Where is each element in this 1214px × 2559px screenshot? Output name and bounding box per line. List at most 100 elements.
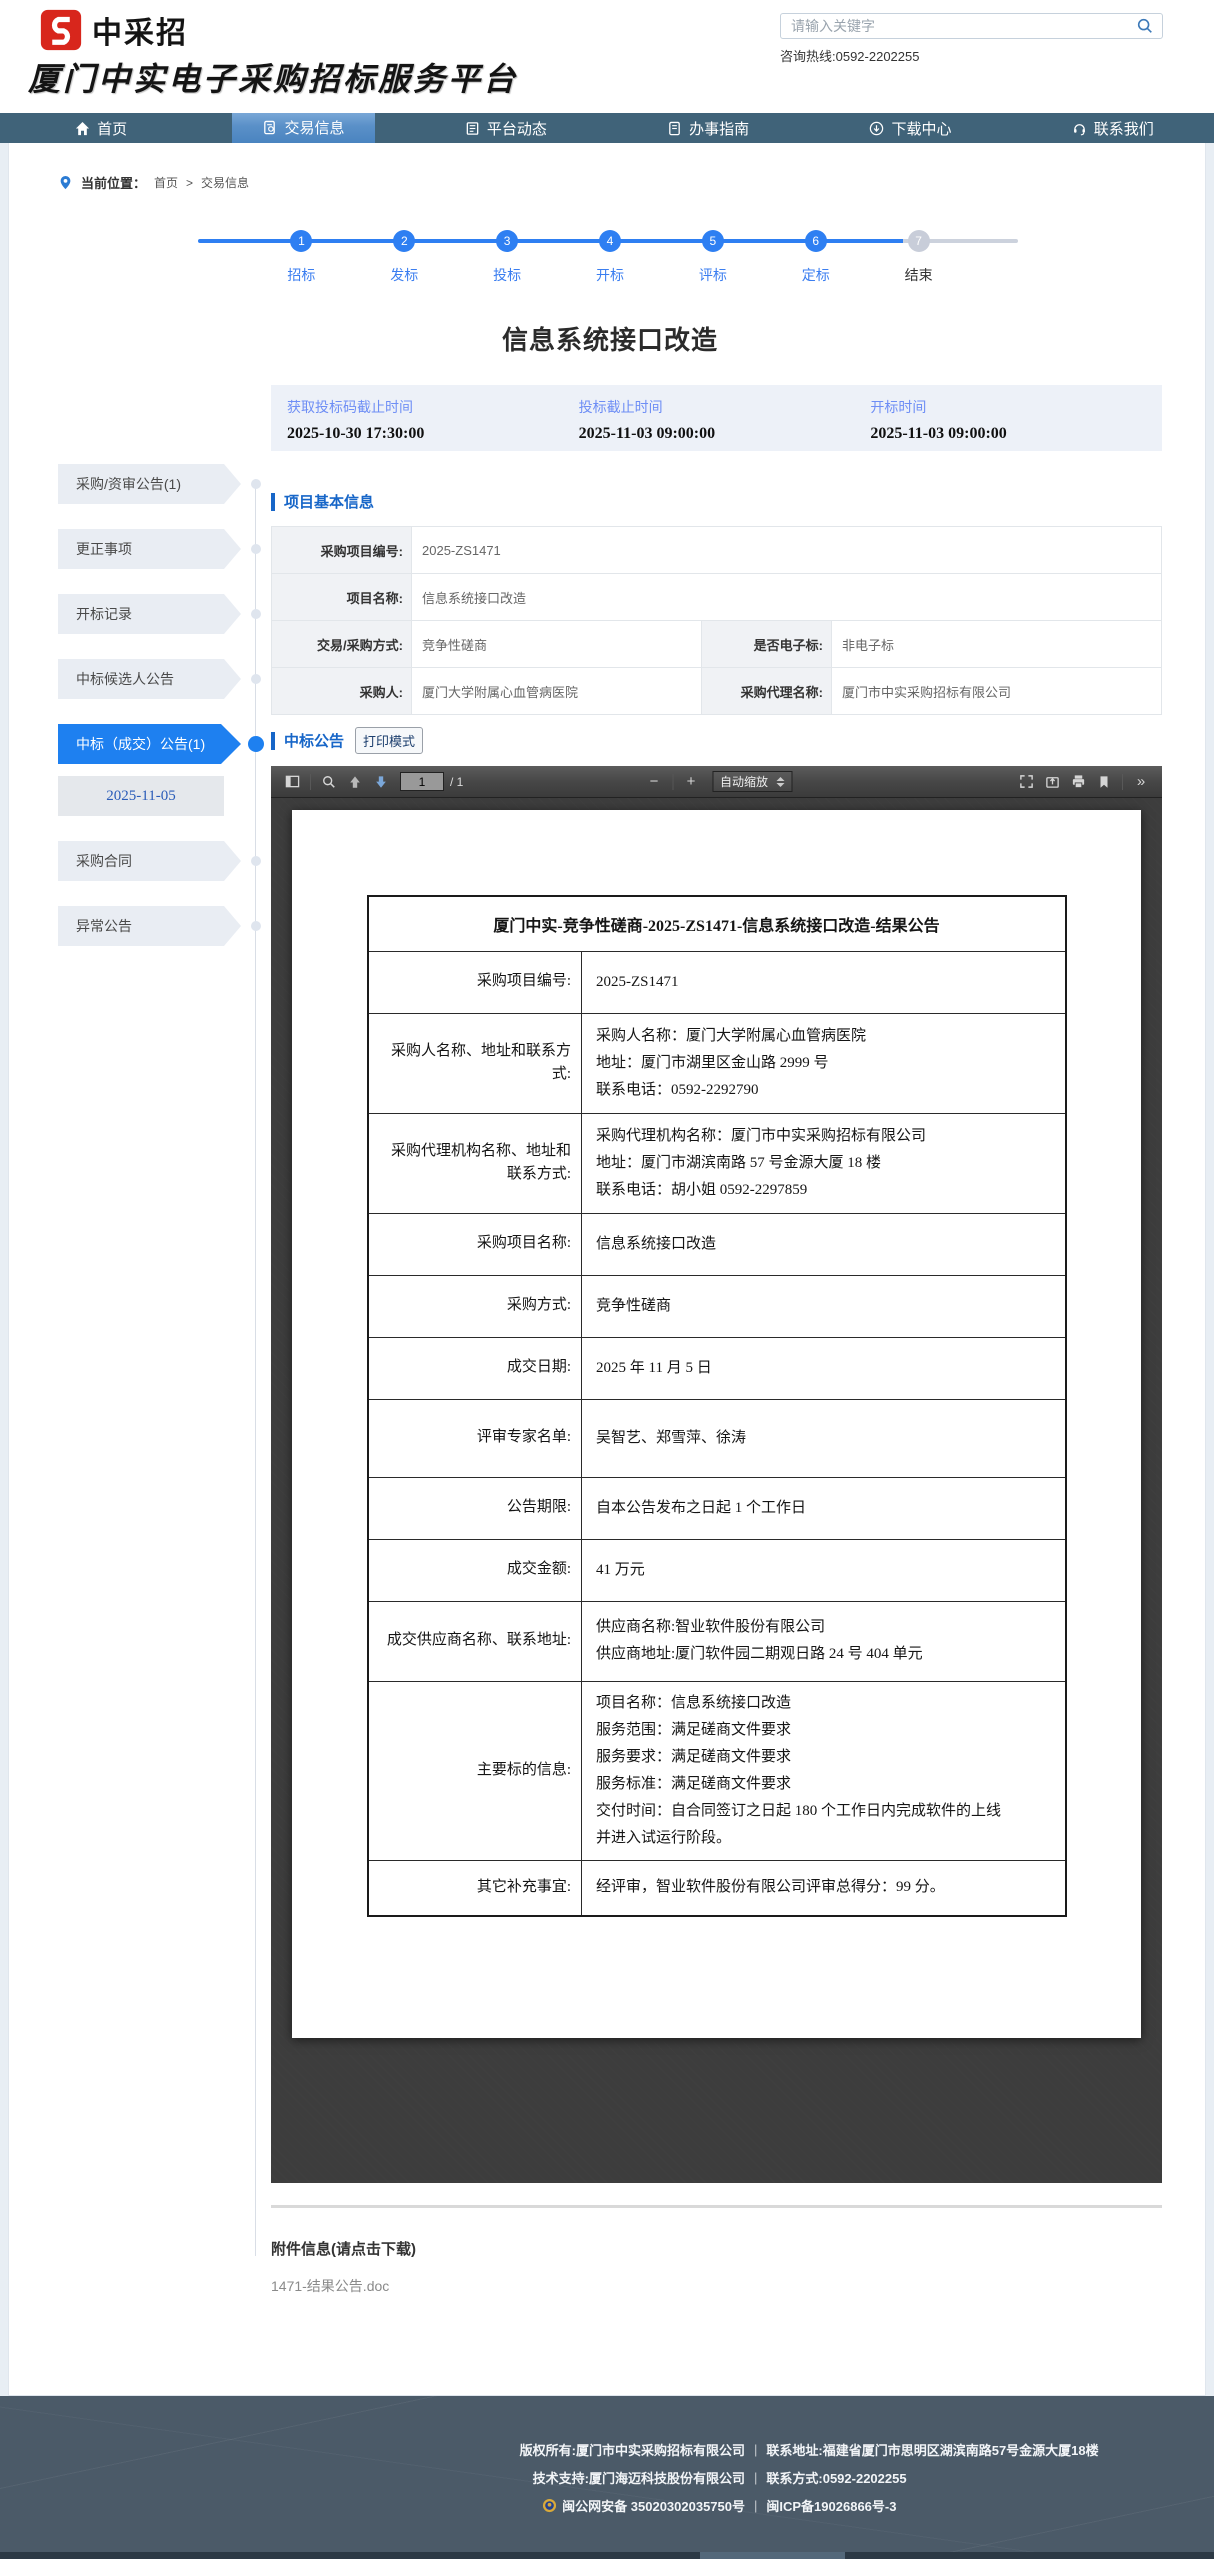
search-icon[interactable] xyxy=(1128,14,1162,38)
page-down-icon[interactable] xyxy=(368,770,394,794)
table-row: 主要标的信息: 项目名称：信息系统接口改造 服务范围：满足磋商文件要求 服务要求… xyxy=(367,1680,1066,1861)
doc-value: 信息系统接口改造 xyxy=(581,1212,1066,1276)
table-row: 公告期限: 自本公告发布之日起 1 个工作日 xyxy=(367,1476,1066,1540)
doc-value: 2025 年 11 月 5 日 xyxy=(581,1336,1066,1400)
nav-item-contact[interactable]: 联系我们 xyxy=(1012,113,1214,143)
step-label: 发标 xyxy=(390,267,419,283)
footer-icp-record[interactable]: 闽ICP备19026866号-3 xyxy=(766,2496,896,2515)
zoom-mode-label: 自动缩放 xyxy=(719,775,769,789)
nav-label: 下载中心 xyxy=(891,120,952,138)
footer-divider: | xyxy=(754,2442,758,2457)
deadline-label: 开标时间 xyxy=(870,399,927,415)
doc-label: 评审专家名单: xyxy=(367,1398,582,1478)
sidebar-item-date[interactable]: 2025-11-05 xyxy=(58,776,224,816)
section-title: 项目基本信息 xyxy=(284,494,375,511)
nav-item-platform-news[interactable]: 平台动态 xyxy=(405,113,607,143)
step-circle: 1 xyxy=(290,230,313,252)
nav-item-home[interactable]: 首页 xyxy=(0,113,202,143)
pdf-canvas-area[interactable]: 厦门中实-竞争性磋商-2025-ZS1471-信息系统接口改造-结果公告 采购项… xyxy=(271,798,1162,2183)
bottom-scrollbar-thumb[interactable] xyxy=(700,2552,845,2559)
step-dingbiao: 6 定标 xyxy=(764,230,867,285)
info-value: 2025-ZS1471 xyxy=(411,526,1162,574)
breadcrumb-home-link[interactable]: 首页 xyxy=(154,174,178,191)
step-circle: 2 xyxy=(393,230,416,252)
doc-label: 公告期限: xyxy=(367,1476,582,1540)
logo-text: 中采招 xyxy=(92,17,188,50)
step-label: 定标 xyxy=(801,267,830,283)
presentation-mode-icon[interactable] xyxy=(1013,770,1039,794)
doc-value: 项目名称：信息系统接口改造 服务范围：满足磋商文件要求 服务要求：满足磋商文件要… xyxy=(581,1680,1066,1861)
step-label: 结束 xyxy=(904,267,933,283)
pdf-toolbar: / 1 − + 自动缩放 xyxy=(271,766,1162,798)
doc-label: 主要标的信息: xyxy=(367,1680,582,1861)
sidebar: 采购/资审公告(1) 更正事项 开标记录 中标候选人公告 中标（成交）公告(1) xyxy=(58,385,271,2296)
table-row: 采购项目名称: 信息系统接口改造 xyxy=(367,1212,1066,1276)
headset-icon xyxy=(1072,121,1087,136)
nav-item-download[interactable]: 下载中心 xyxy=(809,113,1011,143)
home-icon xyxy=(75,121,90,136)
attachments-heading: 附件信息(请点击下载) xyxy=(271,2241,416,2258)
deadline-value: 2025-10-30 17:30:00 xyxy=(287,425,425,442)
process-stepper: 1 招标 2 发标 3 投标 4 开标 5 评标 6 定标 7 结束 xyxy=(198,230,1018,296)
pdf-search-icon[interactable] xyxy=(316,770,342,794)
page-number-input[interactable] xyxy=(400,772,444,791)
step-circle: 3 xyxy=(496,230,519,252)
nav-item-guide[interactable]: 办事指南 xyxy=(607,113,809,143)
doc-label: 成交日期: xyxy=(367,1336,582,1400)
sidebar-item-label: 开标记录 xyxy=(76,606,132,622)
logo[interactable]: 中采招 xyxy=(40,8,188,52)
footer-police-record[interactable]: 闽公网安备 35020302035750号 xyxy=(562,2496,745,2515)
deadlines-box: 获取投标码截止时间 2025-10-30 17:30:00 投标截止时间 202… xyxy=(271,385,1162,451)
bottom-scrollbar-track xyxy=(0,2552,1214,2559)
site-subtitle: 厦门中实电子采购招标服务平台 xyxy=(28,60,519,98)
divider xyxy=(271,2205,1162,2208)
nav-label: 联系我们 xyxy=(1093,120,1154,138)
sidebar-item-candidate-notice[interactable]: 中标候选人公告 xyxy=(58,659,261,699)
sidebar-toggle-icon[interactable] xyxy=(279,770,305,794)
open-file-icon[interactable] xyxy=(1039,770,1065,794)
attachment-file-link[interactable]: 1471-结果公告.doc xyxy=(271,2276,1162,2296)
toolbar-separator xyxy=(671,773,673,790)
step-label: 招标 xyxy=(287,267,316,283)
sidebar-item-label: 采购合同 xyxy=(76,853,132,869)
timeline-dot xyxy=(251,921,261,931)
page-up-icon[interactable] xyxy=(342,770,368,794)
more-tools-icon[interactable]: » xyxy=(1128,770,1154,794)
info-label: 采购项目编号: xyxy=(271,526,412,574)
info-value: 信息系统接口改造 xyxy=(411,573,1162,621)
info-value: 竞争性磋商 xyxy=(411,620,702,668)
doc-label: 采购项目编号: xyxy=(367,950,582,1014)
search-input[interactable] xyxy=(781,18,1128,34)
deadline-bid-open: 开标时间 2025-11-03 09:00:00 xyxy=(870,397,1162,451)
zoom-mode-select[interactable]: 自动缩放 xyxy=(711,771,793,792)
breadcrumb-label: 当前位置： xyxy=(81,176,147,191)
table-row: 评审专家名单: 吴智艺、郑雪萍、徐涛 xyxy=(367,1398,1066,1478)
info-label: 采购代理名称: xyxy=(701,667,832,715)
news-icon xyxy=(465,121,480,136)
step-label: 投标 xyxy=(493,267,522,283)
doc-value: 2025-ZS1471 xyxy=(581,950,1066,1014)
doc-value: 经评审，智业软件股份有限公司评审总得分：99 分。 xyxy=(581,1859,1066,1917)
table-row: 成交供应商名称、联系地址: 供应商名称:智业软件股份有限公司 供应商地址:厦门软… xyxy=(367,1600,1066,1682)
breadcrumb: 当前位置： 首页 > 交易信息 xyxy=(58,143,1162,192)
trade-info-icon xyxy=(262,120,277,135)
doc-value: 采购代理机构名称：厦门市中实采购招标有限公司 地址：厦门市湖滨南路 57 号金源… xyxy=(581,1112,1066,1214)
sidebar-item-contract[interactable]: 采购合同 xyxy=(58,841,261,881)
sidebar-item-corrections[interactable]: 更正事项 xyxy=(58,529,261,569)
sidebar-item-award-notice[interactable]: 中标（成交）公告(1) xyxy=(58,724,264,764)
table-row: 其它补充事宜: 经评审，智业软件股份有限公司评审总得分：99 分。 xyxy=(367,1859,1066,1917)
zoom-in-icon[interactable]: + xyxy=(678,770,704,794)
zoom-out-icon[interactable]: − xyxy=(641,770,667,794)
nav-item-trade-info[interactable]: 交易信息 xyxy=(202,105,404,143)
sidebar-item-abnormal-notice[interactable]: 异常公告 xyxy=(58,906,261,946)
table-row: 成交金额: 41 万元 xyxy=(367,1538,1066,1602)
sidebar-item-purchase-notice[interactable]: 采购/资审公告(1) xyxy=(58,464,261,504)
bookmark-icon[interactable] xyxy=(1091,770,1117,794)
step-label: 开标 xyxy=(596,267,624,283)
timeline-dot xyxy=(251,609,261,619)
sidebar-item-bid-opening-record[interactable]: 开标记录 xyxy=(58,594,261,634)
print-mode-button[interactable]: 打印模式 xyxy=(355,727,424,754)
print-icon[interactable] xyxy=(1065,770,1091,794)
breadcrumb-current[interactable]: 交易信息 xyxy=(201,174,249,191)
guide-icon xyxy=(667,121,682,136)
